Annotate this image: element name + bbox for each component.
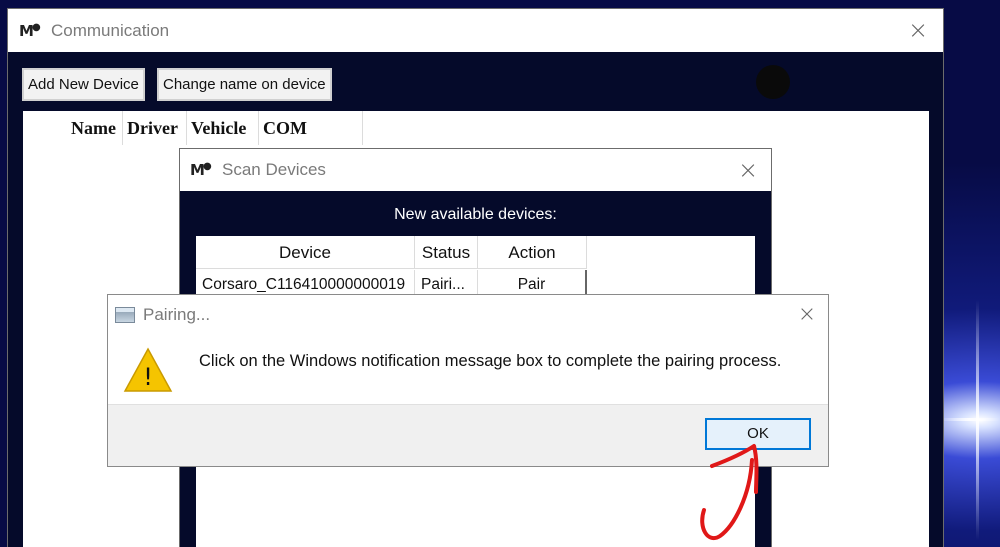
pairing-titlebar[interactable]: Pairing... × xyxy=(108,295,828,334)
column-header-name[interactable]: Name xyxy=(67,111,123,145)
app-logo-icon: M● xyxy=(190,161,212,179)
change-name-button[interactable]: Change name on device xyxy=(157,68,332,101)
window-title: Scan Devices xyxy=(222,160,326,179)
desktop-light-streak xyxy=(940,418,1000,421)
status-indicator xyxy=(756,65,790,99)
annotation-arrow-icon xyxy=(700,444,759,540)
warning-mark: ! xyxy=(143,363,153,391)
column-header-vehicle[interactable]: Vehicle xyxy=(187,111,259,145)
close-icon[interactable]: × xyxy=(733,155,763,185)
close-icon[interactable]: × xyxy=(903,15,933,45)
column-header-driver[interactable]: Driver xyxy=(123,111,187,145)
column-header-com[interactable]: COM xyxy=(259,111,363,145)
desktop-light-streak xyxy=(976,300,979,540)
dialog-title: Pairing... xyxy=(143,304,211,324)
pairing-message: Click on the Windows notification messag… xyxy=(199,352,782,370)
window-title: Communication xyxy=(51,20,170,40)
add-new-device-button[interactable]: Add New Device xyxy=(22,68,145,101)
app-logo-icon: M● xyxy=(19,21,41,40)
scan-subtitle: New available devices: xyxy=(394,206,557,223)
warning-icon: ! xyxy=(123,347,173,392)
window-icon xyxy=(115,306,135,323)
communication-titlebar[interactable]: M● Communication × xyxy=(8,9,943,52)
column-header-device[interactable]: Device xyxy=(196,236,415,269)
column-header-action[interactable]: Action xyxy=(478,236,587,269)
scan-titlebar[interactable]: M● Scan Devices × xyxy=(180,149,771,191)
close-icon[interactable]: × xyxy=(792,300,822,330)
column-header-status[interactable]: Status xyxy=(415,236,478,269)
